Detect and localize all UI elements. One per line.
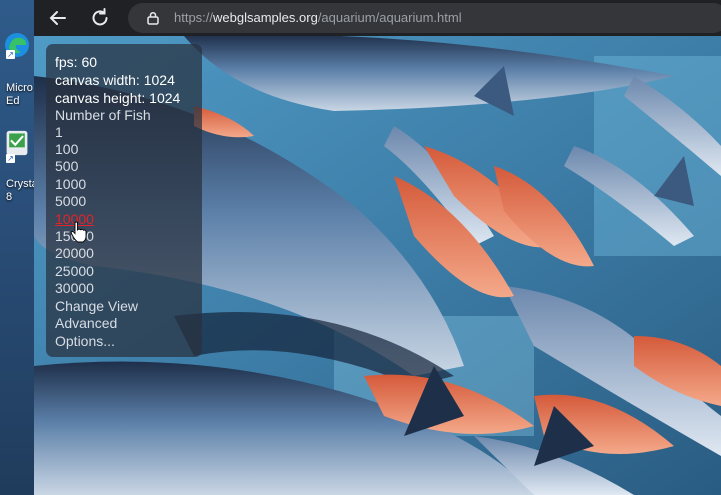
url-scheme: https:// <box>174 10 214 25</box>
reload-icon[interactable] <box>88 6 112 30</box>
url-path: /aquarium/aquarium.html <box>317 10 462 25</box>
shortcut-arrow-icon: ↗ <box>6 50 15 59</box>
hand-cursor-icon <box>70 221 87 243</box>
back-arrow-icon[interactable] <box>46 6 70 30</box>
desktop-icon-edge[interactable]: ↗ Micro Ed <box>4 32 33 107</box>
desktop-icon-label: Crystal <box>6 178 34 190</box>
shortcut-arrow-icon: ↗ <box>6 154 15 163</box>
desktop-icon-label: 8 <box>6 191 13 203</box>
fish-option-1[interactable]: 1 <box>55 124 63 141</box>
advanced-link[interactable]: Advanced <box>55 315 117 332</box>
canvas-height-readout: canvas height: 1024 <box>55 90 181 106</box>
canvas-width-readout: canvas width: 1024 <box>55 72 175 88</box>
desktop-icon-crystal[interactable]: ↗ Crystal 8 <box>4 130 34 203</box>
fish-option-100[interactable]: 100 <box>55 141 78 158</box>
options-link[interactable]: Options... <box>55 333 115 350</box>
number-of-fish-heading: Number of Fish <box>55 107 151 123</box>
url-text[interactable]: https://webglsamples.org/aquarium/aquari… <box>174 10 462 25</box>
site-info-icon[interactable] <box>146 11 160 25</box>
fish-option-20000[interactable]: 20000 <box>55 245 94 262</box>
fish-option-1000[interactable]: 1000 <box>55 176 86 193</box>
fps-readout: fps: 60 <box>55 54 98 70</box>
fish-option-5000[interactable]: 5000 <box>55 193 86 210</box>
change-view-link[interactable]: Change View <box>55 298 138 315</box>
address-bar[interactable]: https://webglsamples.org/aquarium/aquari… <box>128 3 721 33</box>
fish-option-500[interactable]: 500 <box>55 158 78 175</box>
browser-toolbar: https://webglsamples.org/aquarium/aquari… <box>34 0 721 36</box>
desktop-strip: ↗ Micro Ed ↗ Crystal 8 <box>0 0 34 495</box>
crystaldiskinfo-icon <box>6 130 28 156</box>
fish-option-25000[interactable]: 25000 <box>55 263 94 280</box>
desktop-icon-label: Micro <box>6 82 33 94</box>
desktop-icon-label: Ed <box>6 95 20 107</box>
url-domain: webglsamples.org <box>213 10 318 25</box>
fish-option-30000[interactable]: 30000 <box>55 280 94 297</box>
